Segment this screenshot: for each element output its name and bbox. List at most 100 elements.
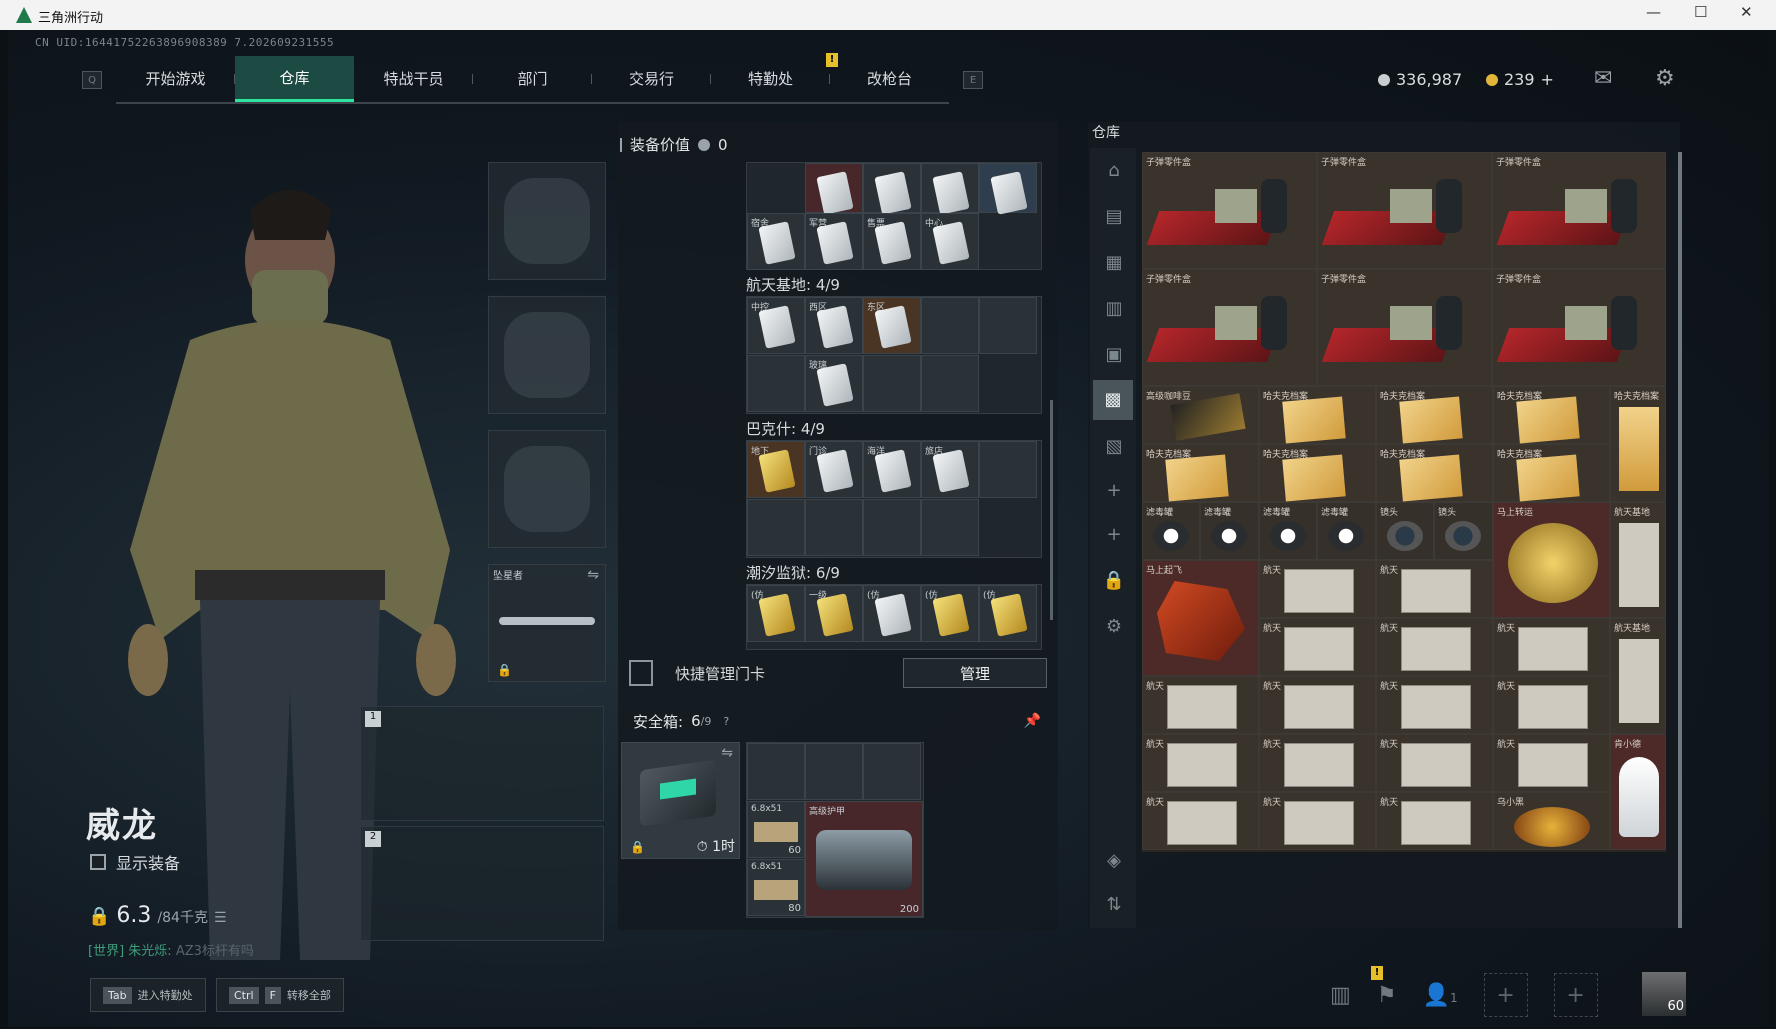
warehouse-item[interactable]: 航天 [1142, 676, 1259, 734]
melee-slot[interactable]: 坠星者 ⇋ 🔒 [488, 564, 606, 682]
minimize-button[interactable]: — [1646, 3, 1661, 21]
warehouse-item[interactable]: 马上起飞 [1142, 560, 1259, 676]
warehouse-item[interactable]: 哈夫克档案 [1493, 444, 1610, 502]
ammo-item[interactable]: 6.8x51 60 [747, 801, 805, 858]
warehouse-item[interactable]: 哈夫克档案 [1259, 444, 1376, 502]
warehouse-tab-6-icon[interactable]: ▩ [1093, 380, 1133, 420]
gold-currency[interactable]: 239 + [1486, 70, 1554, 89]
empty-keycard-slot[interactable] [921, 499, 979, 556]
invite-slot-1-icon[interactable]: + [1483, 973, 1528, 1017]
warehouse-item[interactable]: 子弹零件盒 [1142, 269, 1317, 386]
empty-safe-slot[interactable] [747, 743, 805, 800]
tab-start-game[interactable]: 开始游戏 [116, 56, 235, 100]
empty-safe-slot[interactable] [805, 743, 863, 800]
hotkey-enter-special-ops[interactable]: Tab 进入特勤处 [90, 978, 206, 1012]
nav-next-key[interactable]: E [963, 71, 983, 89]
tab-operators[interactable]: 特战干员 [354, 56, 473, 100]
keycard-item[interactable]: 军营 [805, 213, 863, 270]
keycard-item[interactable]: (仿 [921, 585, 979, 642]
warehouse-item[interactable]: 航天 [1142, 792, 1259, 850]
warehouse-item[interactable]: 镜头 [1434, 502, 1493, 560]
warehouse-item[interactable]: 哈夫克档案 [1610, 386, 1666, 502]
empty-keycard-slot[interactable] [747, 499, 805, 556]
keycard-item[interactable] [805, 163, 863, 215]
layers-icon[interactable]: ◈ [1102, 850, 1126, 874]
warehouse-tab-3-icon[interactable]: ▦ [1102, 252, 1126, 276]
gear-icon[interactable]: ⚙ [1102, 616, 1126, 640]
tab-special-ops[interactable]: 特勤处 [711, 56, 830, 100]
armor-slot[interactable] [488, 296, 606, 414]
warehouse-tab-4-icon[interactable]: ▥ [1102, 298, 1126, 322]
keycard-item[interactable]: 门诊 [805, 441, 863, 498]
warehouse-item[interactable]: 航天 [1376, 792, 1493, 850]
warehouse-item[interactable]: 子弹零件盒 [1142, 152, 1317, 269]
empty-keycard-slot[interactable] [979, 441, 1037, 498]
keycard-item[interactable]: 旅店 [921, 441, 979, 498]
warehouse-item[interactable]: 滤毒罐 [1259, 502, 1317, 560]
weapon-slot-1[interactable]: 1 [360, 706, 604, 821]
pin-icon[interactable]: 📌 [1024, 713, 1041, 729]
mail-icon[interactable]: ✉ [1594, 66, 1612, 91]
warehouse-item[interactable]: 子弹零件盒 [1317, 152, 1492, 269]
keycard-item[interactable]: 中心 [921, 213, 979, 270]
warehouse-item[interactable]: 航天 [1493, 618, 1610, 676]
keycard-item[interactable] [921, 163, 979, 215]
warehouse-item[interactable]: 滤毒罐 [1142, 502, 1200, 560]
empty-keycard-slot[interactable] [921, 297, 979, 354]
warehouse-item[interactable]: 哈夫克档案 [1493, 386, 1610, 444]
empty-keycard-slot[interactable] [921, 355, 979, 412]
warehouse-item[interactable]: 肯小德 [1610, 734, 1666, 850]
ammo-item[interactable]: 6.8x51 80 [747, 859, 805, 916]
warehouse-item[interactable]: 航天 [1493, 734, 1610, 792]
warehouse-item[interactable]: 航天 [1376, 618, 1493, 676]
warehouse-scrollbar[interactable] [1678, 152, 1682, 928]
warehouse-tab-7-icon[interactable]: ▧ [1102, 436, 1126, 460]
warehouse-item[interactable]: 航天 [1259, 618, 1376, 676]
add-gold-icon[interactable]: + [1541, 70, 1554, 89]
warehouse-item[interactable]: 航天 [1493, 676, 1610, 734]
keycard-item[interactable]: 中控 [747, 297, 805, 354]
warehouse-item[interactable]: 滤毒罐 [1200, 502, 1259, 560]
add-tab-icon[interactable]: + [1102, 480, 1126, 504]
warehouse-item[interactable]: 航天 [1376, 676, 1493, 734]
warehouse-item[interactable]: 航天基地 [1610, 618, 1666, 734]
warehouse-tab-1-icon[interactable]: ⌂ [1102, 160, 1126, 184]
warehouse-item[interactable]: 子弹零件盒 [1492, 269, 1666, 386]
tab-warehouse[interactable]: 仓库 [235, 56, 354, 102]
keycard-item[interactable]: (仿 [979, 585, 1037, 642]
sort-icon[interactable]: ⇅ [1102, 894, 1126, 918]
invite-slot-2-icon[interactable]: + [1553, 973, 1598, 1017]
checkbox[interactable] [90, 854, 106, 870]
hotkey-transfer-all[interactable]: Ctrl F 转移全部 [216, 978, 344, 1012]
warehouse-item[interactable]: 哈夫克档案 [1142, 444, 1259, 502]
flag-icon[interactable]: ⚑ [1377, 983, 1397, 1008]
helmet-slot[interactable] [488, 162, 606, 280]
warehouse-item[interactable]: 子弹零件盒 [1492, 152, 1666, 269]
close-button[interactable]: ✕ [1740, 3, 1753, 21]
warehouse-item[interactable]: 滤毒罐 [1317, 502, 1376, 560]
keycard-item[interactable] [979, 163, 1037, 215]
keycard-scrollbar[interactable] [1050, 400, 1053, 620]
keycard-item[interactable]: 西区 [805, 297, 863, 354]
keycard-item[interactable]: 东区 [863, 297, 921, 354]
warehouse-item[interactable]: 哈夫克档案 [1376, 386, 1493, 444]
warehouse-item[interactable]: 马上转运 [1493, 502, 1610, 618]
keycard-item[interactable] [863, 163, 921, 215]
stats-chart-icon[interactable]: ▥ [1330, 983, 1351, 1008]
warehouse-item[interactable]: 子弹零件盒 [1317, 269, 1492, 386]
warehouse-tab-5-icon[interactable]: ▣ [1102, 344, 1126, 368]
warehouse-item[interactable]: 航天 [1259, 792, 1376, 850]
warehouse-item[interactable]: 哈夫克档案 [1259, 386, 1376, 444]
warehouse-item[interactable]: 航天 [1376, 560, 1493, 618]
weapon-slot-2[interactable]: 2 [360, 826, 604, 941]
swap-icon[interactable]: ⇋ [721, 745, 733, 761]
warehouse-item[interactable]: 高级咖啡豆 [1142, 386, 1259, 444]
swap-icon[interactable]: ⇋ [587, 567, 599, 583]
safebox-device[interactable]: ⇋ 🔒 ⏱ 1时 [621, 742, 740, 859]
keycard-item[interactable]: 售票 [863, 213, 921, 270]
nav-prev-key[interactable]: Q [82, 71, 102, 89]
warehouse-item[interactable]: 镜头 [1376, 502, 1434, 560]
keycard-item[interactable]: 宿舍 [747, 213, 805, 270]
keycard-item[interactable]: 一级 [805, 585, 863, 642]
keycard-item[interactable]: 地下 [747, 441, 805, 498]
